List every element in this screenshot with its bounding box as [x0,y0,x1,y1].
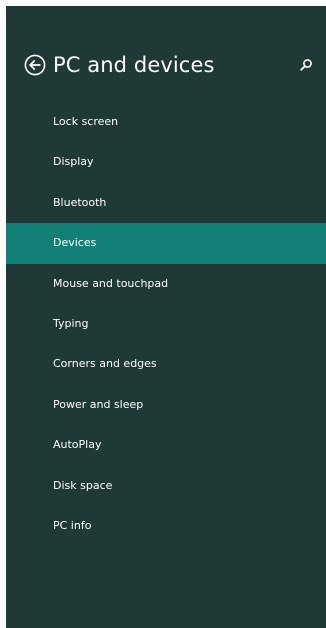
back-arrow-circle-icon [24,54,46,76]
search-button[interactable] [298,57,314,73]
nav-item-devices[interactable]: Devices [6,223,326,264]
nav-item-disk-space[interactable]: Disk space [6,466,326,506]
settings-nav-list: Lock screen Display Bluetooth Devices Mo… [6,102,326,546]
nav-item-lock-screen[interactable]: Lock screen [6,102,326,142]
nav-item-typing[interactable]: Typing [6,304,326,344]
nav-item-mouse-and-touchpad[interactable]: Mouse and touchpad [6,264,326,304]
nav-item-power-and-sleep[interactable]: Power and sleep [6,385,326,425]
nav-item-autoplay[interactable]: AutoPlay [6,425,326,465]
nav-item-bluetooth[interactable]: Bluetooth [6,183,326,223]
page-title: PC and devices [53,53,215,77]
back-button[interactable] [24,54,46,76]
nav-item-pc-info[interactable]: PC info [6,506,326,546]
header: PC and devices [6,50,326,84]
search-icon [300,59,312,71]
nav-item-corners-and-edges[interactable]: Corners and edges [6,344,326,384]
settings-panel: PC and devices Lock screen Display Bluet… [6,6,326,628]
nav-item-display[interactable]: Display [6,142,326,182]
